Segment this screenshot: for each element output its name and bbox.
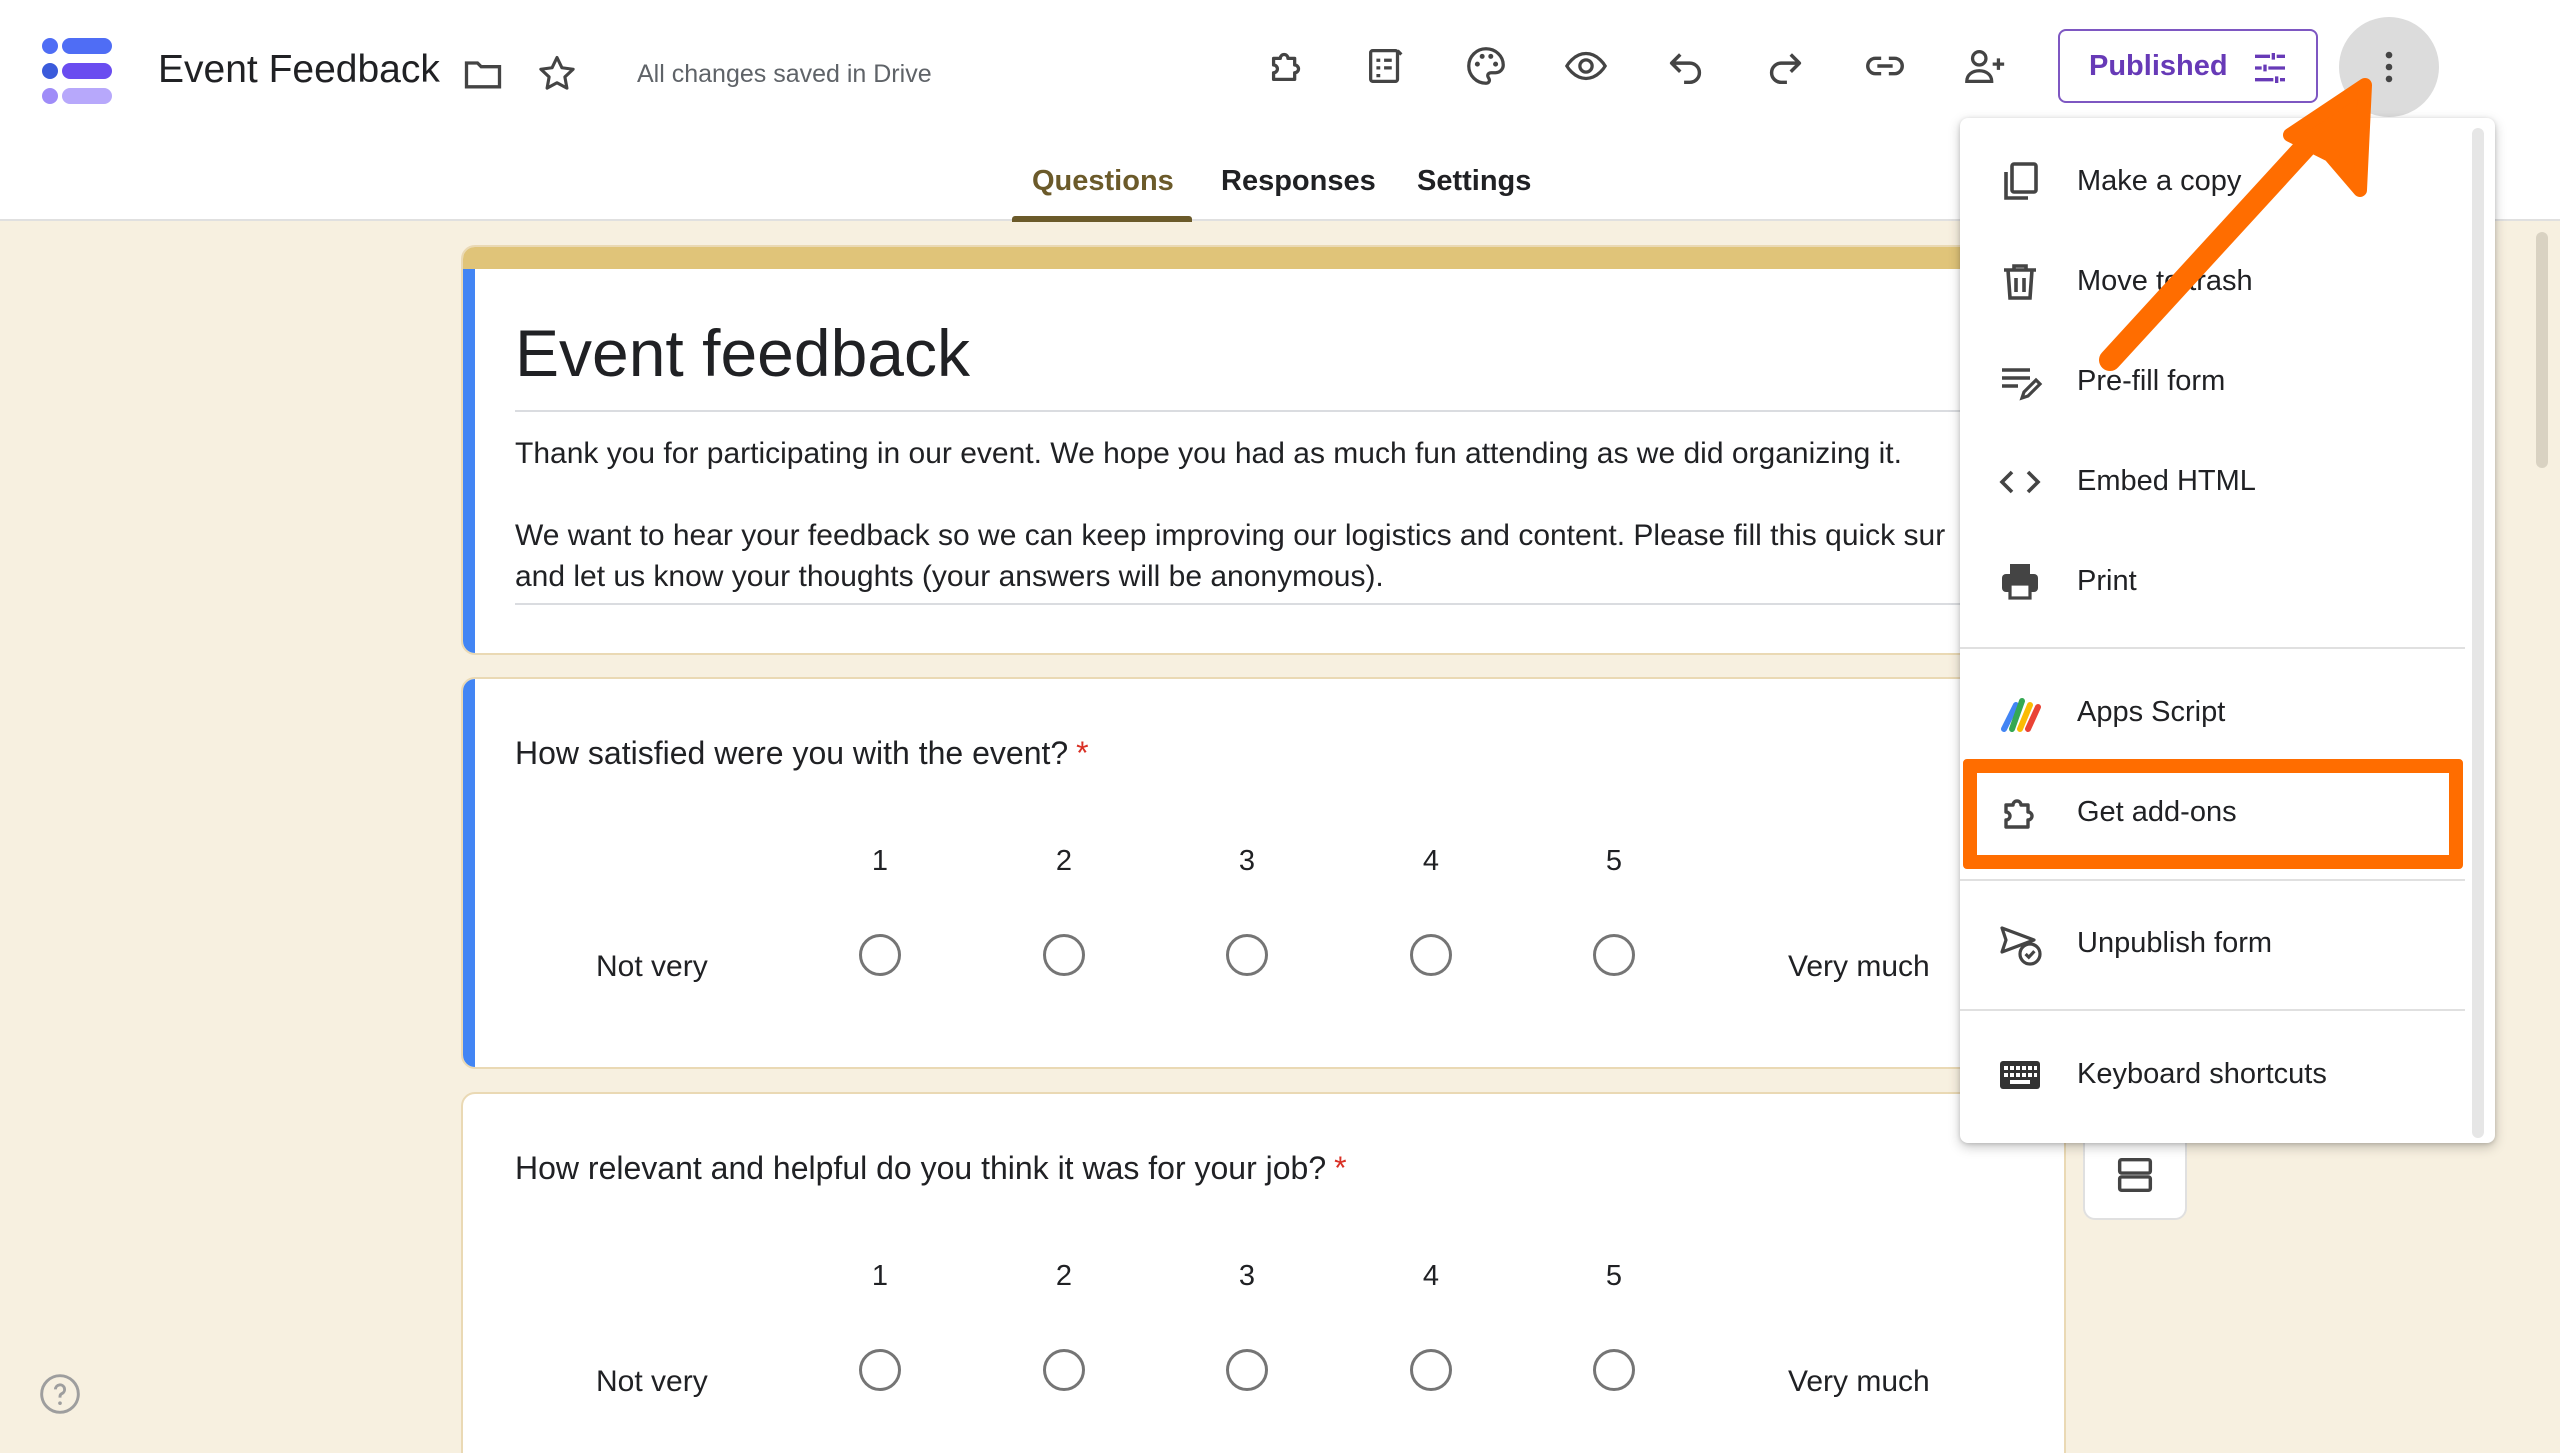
form-header-card[interactable]: Event feedback Thank you for participati… <box>461 245 2066 655</box>
addons-toolbar-icon[interactable] <box>1261 40 1313 92</box>
scale-number: 1 <box>871 845 889 877</box>
keyboard-icon <box>2000 1061 2040 1089</box>
menu-divider <box>1960 1009 2465 1011</box>
code-icon <box>1999 470 2041 494</box>
active-tab-indicator <box>1012 216 1192 222</box>
form-description-line[interactable]: and let us know your thoughts (your answ… <box>515 560 1384 594</box>
star-icon[interactable] <box>535 52 579 96</box>
scale-radio-3[interactable] <box>1226 934 1268 976</box>
scale-number: 2 <box>1055 1260 1073 1292</box>
scale-radio-2[interactable] <box>1043 934 1085 976</box>
scale-radio-4[interactable] <box>1410 1349 1452 1391</box>
description-underline <box>515 603 2035 605</box>
menu-item-keyboard-shortcuts[interactable]: Keyboard shortcuts <box>1960 1030 2465 1120</box>
menu-item-label: Apps Script <box>2077 696 2226 728</box>
menu-item-apps-script[interactable]: Apps Script <box>1960 668 2465 758</box>
preview-eye-icon[interactable] <box>1560 40 1612 92</box>
scale-number: 3 <box>1238 845 1256 877</box>
required-asterisk: * <box>1334 1150 1347 1186</box>
unpublish-icon <box>2000 926 2042 966</box>
annotation-arrow-icon <box>2099 78 2372 371</box>
scale-number: 4 <box>1422 1260 1440 1292</box>
scale-number: 2 <box>1055 845 1073 877</box>
help-icon[interactable] <box>38 1372 82 1416</box>
tab-settings[interactable]: Settings <box>1417 165 1531 198</box>
question-card[interactable]: How relevant and helpful do you think it… <box>461 1092 2066 1453</box>
scale-number: 3 <box>1238 1260 1256 1292</box>
scale-high-label: Very much <box>1788 1365 1930 1398</box>
question-title[interactable]: How satisfied were you with the event? * <box>515 735 1089 772</box>
scale-number: 4 <box>1422 845 1440 877</box>
menu-scrollbar[interactable] <box>2472 128 2484 1138</box>
menu-divider <box>1960 879 2465 881</box>
active-card-indicator <box>463 679 475 1067</box>
scale-radio-4[interactable] <box>1410 934 1452 976</box>
menu-item-label: Print <box>2077 565 2137 597</box>
scale-high-label: Very much <box>1788 950 1930 983</box>
forms-logo-icon[interactable] <box>40 36 116 106</box>
scale-radio-3[interactable] <box>1226 1349 1268 1391</box>
scale-radio-2[interactable] <box>1043 1349 1085 1391</box>
scale-radio-1[interactable] <box>859 1349 901 1391</box>
question-card[interactable]: How satisfied were you with the event? * … <box>461 677 2066 1069</box>
customize-theme-icon[interactable] <box>1360 40 1412 92</box>
highlight-annotation <box>1963 759 2463 869</box>
tab-questions[interactable]: Questions <box>1032 165 1174 198</box>
scale-radio-5[interactable] <box>1593 1349 1635 1391</box>
active-card-indicator <box>463 269 475 653</box>
question-title[interactable]: How relevant and helpful do you think it… <box>515 1150 1347 1187</box>
menu-item-unpublish-form[interactable]: Unpublish form <box>1960 899 2465 989</box>
tab-responses[interactable]: Responses <box>1221 165 1376 198</box>
redo-icon[interactable] <box>1759 40 1811 92</box>
scale-low-label: Not very <box>596 950 708 983</box>
save-status: All changes saved in Drive <box>637 60 932 88</box>
theme-color-stripe <box>463 247 2064 269</box>
undo-icon[interactable] <box>1660 40 1712 92</box>
menu-item-print[interactable]: Print <box>1960 537 2465 627</box>
palette-icon[interactable] <box>1460 40 1512 92</box>
page-scrollbar[interactable] <box>2536 232 2548 468</box>
form-description-line[interactable]: Thank you for participating in our event… <box>515 437 1902 471</box>
trash-icon <box>2004 264 2036 300</box>
title-underline <box>515 410 2035 412</box>
add-collaborator-icon[interactable] <box>1959 40 2011 92</box>
scale-low-label: Not very <box>596 1365 708 1398</box>
folder-icon[interactable] <box>461 52 505 96</box>
print-icon <box>2002 564 2038 600</box>
question-text: How relevant and helpful do you think it… <box>515 1150 1327 1186</box>
prefill-icon <box>2002 368 2043 401</box>
required-asterisk: * <box>1076 735 1089 771</box>
form-description-line[interactable]: We want to hear your feedback so we can … <box>515 519 1945 553</box>
link-icon[interactable] <box>1859 40 1911 92</box>
menu-item-label: Unpublish form <box>2077 927 2273 959</box>
apps-script-icon <box>2001 698 2041 732</box>
form-title[interactable]: Event feedback <box>515 315 970 391</box>
document-title[interactable]: Event Feedback <box>158 48 440 92</box>
add-section-icon[interactable] <box>2112 1152 2158 1198</box>
menu-divider <box>1960 647 2465 649</box>
menu-item-embed-html[interactable]: Embed HTML <box>1960 437 2465 527</box>
scale-radio-5[interactable] <box>1593 934 1635 976</box>
menu-item-label: Embed HTML <box>2077 465 2256 497</box>
menu-item-label: Keyboard shortcuts <box>2077 1058 2327 1090</box>
scale-number: 5 <box>1605 1260 1623 1292</box>
scale-radio-1[interactable] <box>859 934 901 976</box>
question-text: How satisfied were you with the event? <box>515 735 1069 771</box>
scale-number: 1 <box>871 1260 889 1292</box>
scale-number: 5 <box>1605 845 1623 877</box>
copy-icon <box>2004 162 2038 200</box>
